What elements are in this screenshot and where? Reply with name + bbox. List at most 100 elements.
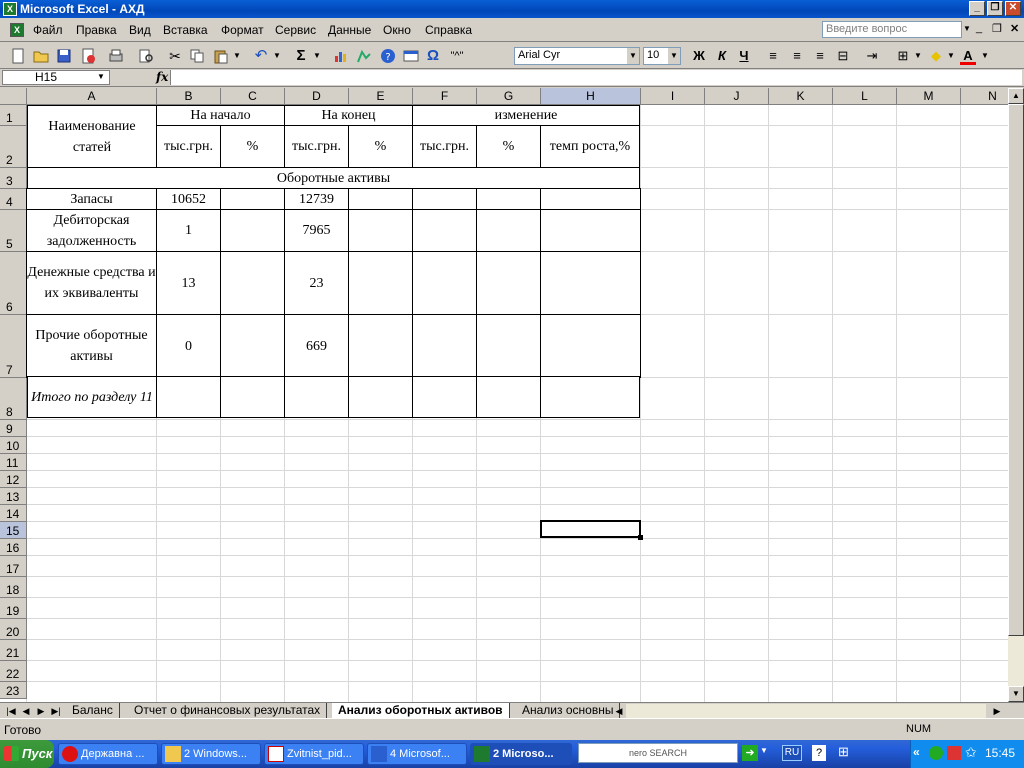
growth-rate-cell[interactable]: [540, 251, 641, 315]
new-document-icon[interactable]: [10, 48, 26, 64]
chart-wizard-icon[interactable]: [333, 48, 349, 64]
sheet-tab-financial-results[interactable]: Отчет о финансовых результатах: [128, 703, 328, 719]
select-all-corner[interactable]: [0, 88, 27, 105]
row-header-20[interactable]: 20: [0, 619, 27, 640]
end-value-cell[interactable]: 7965: [284, 209, 349, 252]
start-percent-cell[interactable]: [220, 209, 285, 252]
borders-dropdown-icon[interactable]: ▼: [913, 47, 923, 65]
task-windows-explorer[interactable]: 2 Windows...: [161, 743, 261, 765]
item-name-cell[interactable]: Денежные средства и их эквиваленты: [26, 251, 157, 315]
print-icon[interactable]: [108, 48, 124, 64]
end-value-cell[interactable]: 12739: [284, 188, 349, 210]
b2-cell[interactable]: тыс.грн.: [156, 125, 221, 168]
merge-center-icon[interactable]: ⊟: [835, 47, 851, 65]
menu-help[interactable]: Справка: [425, 23, 472, 37]
doc-restore-button[interactable]: ❐: [992, 22, 1002, 35]
row-header-13[interactable]: 13: [0, 488, 27, 505]
menu-file[interactable]: Файл: [33, 23, 63, 37]
row-header-10[interactable]: 10: [0, 437, 27, 454]
end-percent-cell[interactable]: [348, 188, 413, 210]
special-quote-button[interactable]: "^": [446, 47, 468, 65]
end-value-cell[interactable]: 23: [284, 251, 349, 315]
sheet-tab-current-assets[interactable]: Анализ оборотных активов: [332, 703, 510, 719]
task-word[interactable]: 4 Microsof...: [367, 743, 467, 765]
doc-close-button[interactable]: ✕: [1010, 22, 1019, 35]
name-box[interactable]: H15: [2, 70, 110, 85]
drawing-icon[interactable]: [356, 48, 372, 64]
row-header-19[interactable]: 19: [0, 598, 27, 619]
growth-rate-cell[interactable]: [540, 209, 641, 252]
g2-cell[interactable]: %: [476, 125, 541, 168]
header-change-cell[interactable]: изменение: [412, 105, 640, 126]
font-name-select[interactable]: Arial Cyr ▼: [514, 47, 640, 65]
column-header-e[interactable]: E: [349, 88, 413, 105]
row-header-4[interactable]: 4: [0, 189, 27, 210]
toolbar-options-icon[interactable]: ⊞: [838, 744, 849, 760]
help-icon[interactable]: ?: [380, 48, 396, 64]
row-header-8[interactable]: 8: [0, 378, 27, 420]
column-header-d[interactable]: D: [285, 88, 349, 105]
paste-icon[interactable]: [213, 48, 229, 64]
prev-sheet-icon[interactable]: ◀: [19, 704, 33, 718]
fill-handle[interactable]: [638, 535, 643, 540]
save-icon[interactable]: [56, 48, 72, 64]
document-icon[interactable]: X: [10, 23, 24, 37]
row-header-2[interactable]: 2: [0, 126, 27, 168]
scroll-down-icon[interactable]: ▼: [1008, 686, 1024, 702]
end-percent-cell[interactable]: [348, 251, 413, 315]
start-percent-cell[interactable]: [220, 251, 285, 315]
scroll-thumb[interactable]: [1008, 104, 1024, 636]
item-name-cell[interactable]: Запасы: [26, 188, 157, 210]
first-sheet-icon[interactable]: |◀: [4, 704, 18, 718]
undo-icon[interactable]: ↶: [253, 47, 269, 65]
menu-view[interactable]: Вид: [129, 23, 151, 37]
align-center-icon[interactable]: ≡: [789, 47, 805, 65]
nero-search-box[interactable]: nero SEARCH: [578, 743, 738, 763]
align-right-icon[interactable]: ≡: [812, 47, 828, 65]
menu-edit[interactable]: Правка: [76, 23, 117, 37]
cut-icon[interactable]: ✂: [166, 47, 184, 65]
align-left-icon[interactable]: ≡: [765, 47, 781, 65]
name-box-dropdown-icon[interactable]: ▼: [97, 72, 105, 81]
formula-input[interactable]: [170, 70, 1022, 85]
fill-color-icon[interactable]: ◆: [928, 47, 944, 65]
row-header-14[interactable]: 14: [0, 505, 27, 522]
bold-button[interactable]: Ж: [691, 47, 707, 65]
ask-question-input[interactable]: Введите вопрос: [822, 21, 962, 38]
change-percent-cell[interactable]: [476, 209, 541, 252]
total-d-cell[interactable]: [284, 376, 349, 418]
autosum-icon[interactable]: Σ: [293, 47, 309, 65]
borders-icon[interactable]: ⊞: [895, 47, 911, 65]
fill-color-dropdown-icon[interactable]: ▼: [946, 47, 956, 65]
font-color-dropdown-icon[interactable]: ▼: [980, 47, 990, 65]
total-f-cell[interactable]: [412, 376, 477, 418]
open-folder-icon[interactable]: [33, 48, 49, 64]
tray-expand-icon[interactable]: «: [913, 745, 920, 759]
row-header-9[interactable]: 9: [0, 420, 27, 437]
row-header-23[interactable]: 23: [0, 682, 27, 699]
column-header-b[interactable]: B: [157, 88, 221, 105]
row-header-7[interactable]: 7: [0, 315, 27, 378]
tray-app-icon[interactable]: [929, 746, 943, 760]
end-percent-cell[interactable]: [348, 209, 413, 252]
increase-indent-icon[interactable]: ⇥: [864, 47, 880, 65]
column-header-g[interactable]: G: [477, 88, 541, 105]
start-percent-cell[interactable]: [220, 188, 285, 210]
font-color-icon[interactable]: A: [960, 47, 976, 65]
change-percent-cell[interactable]: [476, 251, 541, 315]
change-percent-cell[interactable]: [476, 314, 541, 378]
vertical-scrollbar[interactable]: ▲ ▼: [1008, 88, 1024, 702]
font-size-select[interactable]: 10 ▼: [643, 47, 681, 65]
menu-tools[interactable]: Сервис: [275, 23, 316, 37]
paste-dropdown-icon[interactable]: ▼: [232, 47, 242, 65]
d2-cell[interactable]: тыс.грн.: [284, 125, 349, 168]
start-value-cell[interactable]: 10652: [156, 188, 221, 210]
growth-rate-cell[interactable]: [540, 188, 641, 210]
italic-button[interactable]: К: [714, 47, 730, 65]
item-name-cell[interactable]: Дебиторская задолженность: [26, 209, 157, 252]
row-header-6[interactable]: 6: [0, 252, 27, 315]
change-percent-cell[interactable]: [476, 188, 541, 210]
column-header-n[interactable]: N: [961, 88, 1008, 105]
column-header-i[interactable]: I: [641, 88, 705, 105]
c2-cell[interactable]: %: [220, 125, 285, 168]
